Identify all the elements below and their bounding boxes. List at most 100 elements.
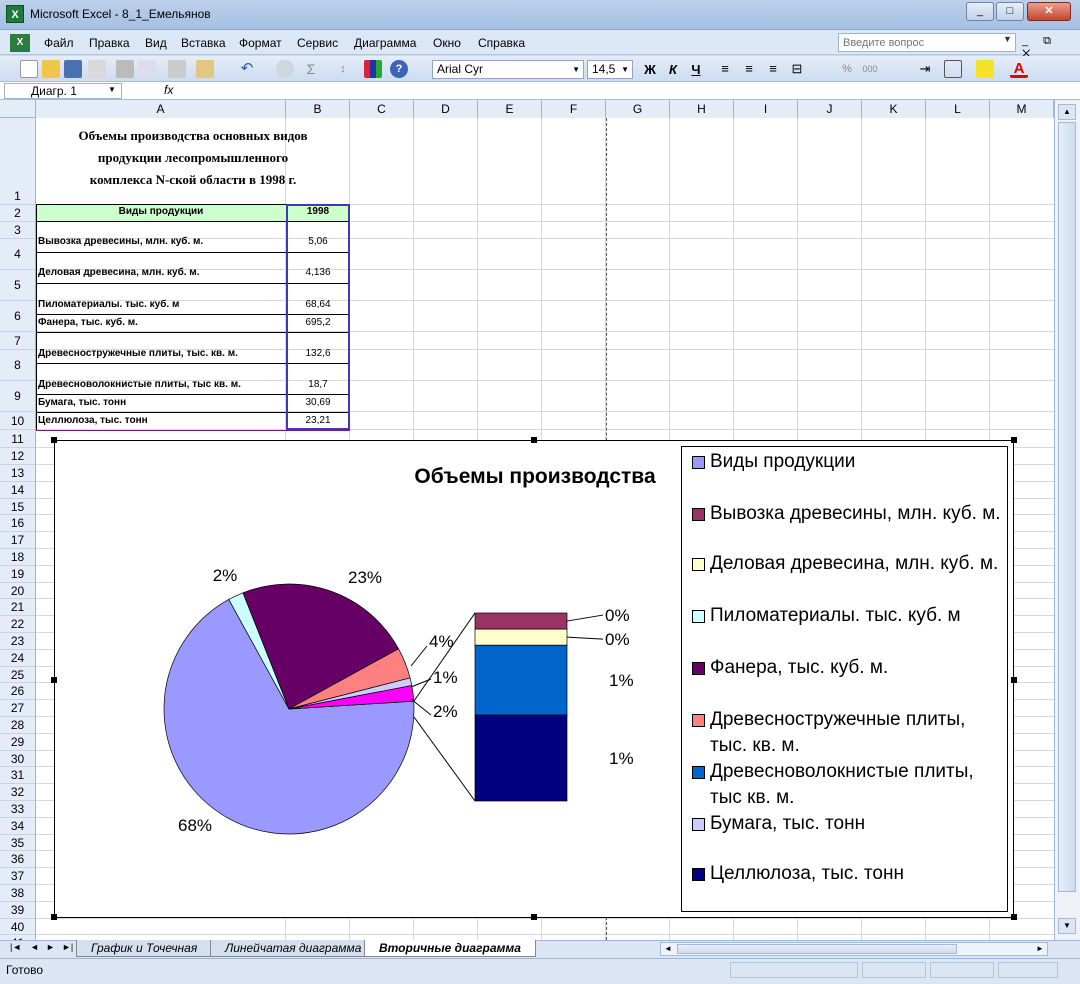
row-header[interactable]: 29 [0, 733, 36, 751]
column-header[interactable]: M [990, 100, 1054, 118]
new-icon[interactable] [20, 60, 38, 78]
menu-tools[interactable]: Сервис [297, 36, 338, 50]
resize-handle[interactable] [1011, 914, 1017, 920]
font-name-select[interactable]: Arial Cyr ▼ [432, 60, 584, 79]
scroll-thumb[interactable] [1058, 122, 1076, 892]
row-header[interactable]: 21 [0, 599, 36, 617]
paste-icon[interactable] [196, 60, 214, 78]
formula-bar[interactable] [0, 82, 1080, 100]
prev-sheet-icon[interactable]: ◄ [30, 942, 39, 952]
secondary-bar-segment[interactable] [474, 612, 568, 630]
column-header[interactable]: D [414, 100, 478, 118]
underline-button[interactable]: Ч [686, 60, 706, 79]
resize-handle[interactable] [51, 677, 57, 683]
insert-function-button[interactable]: fx [164, 83, 173, 97]
menu-help[interactable]: Справка [478, 36, 525, 50]
align-left-icon[interactable]: ≡ [716, 60, 734, 78]
row-header[interactable]: 40 [0, 918, 36, 936]
scroll-up-icon[interactable]: ▲ [1058, 104, 1076, 120]
minimize-button[interactable]: _ [966, 2, 994, 21]
open-icon[interactable] [42, 60, 60, 78]
menu-insert[interactable]: Вставка [181, 36, 226, 50]
column-header[interactable]: K [862, 100, 926, 118]
row-header[interactable]: 7 [0, 332, 36, 350]
hyperlink-icon[interactable] [276, 60, 294, 78]
save-icon[interactable] [64, 60, 82, 78]
row-header[interactable]: 17 [0, 532, 36, 549]
tab-secondary-charts[interactable]: Вторичные диаграмма [364, 940, 536, 957]
column-header[interactable]: G [606, 100, 670, 118]
row-header[interactable]: 2 [0, 205, 36, 222]
row-header[interactable]: 16 [0, 515, 36, 533]
row-header[interactable]: 8 [0, 350, 36, 381]
close-button[interactable]: ✕ [1027, 2, 1071, 21]
table-cell-name[interactable]: Фанера, тыс. куб. м. [38, 317, 138, 328]
resize-handle[interactable] [531, 914, 537, 920]
scroll-down-icon[interactable]: ▼ [1058, 918, 1076, 934]
row-header[interactable]: 19 [0, 565, 36, 583]
row-header[interactable]: 28 [0, 717, 36, 734]
bold-button[interactable]: Ж [640, 60, 660, 79]
last-sheet-icon[interactable]: ►| [62, 942, 73, 952]
table-cell-name[interactable]: Древесноволокнистые плиты, тыс кв. м. [38, 379, 241, 390]
row-header[interactable]: 23 [0, 633, 36, 650]
scroll-left-icon[interactable]: ◄ [661, 943, 675, 955]
chevron-down-icon[interactable]: ▼ [108, 85, 116, 94]
workbook-icon[interactable]: X [10, 34, 30, 52]
row-header[interactable]: 14 [0, 481, 36, 499]
sort-icon[interactable]: ↕ [334, 60, 352, 78]
row-header[interactable]: 37 [0, 868, 36, 885]
scroll-thumb[interactable] [677, 944, 957, 954]
secondary-bar-segment[interactable] [474, 644, 568, 716]
row-header[interactable]: 36 [0, 851, 36, 869]
excel-icon[interactable]: X [6, 5, 24, 23]
chevron-down-icon[interactable]: ▼ [1003, 34, 1012, 44]
tab-chart-and-scatter[interactable]: График и Точечная [76, 940, 213, 957]
first-sheet-icon[interactable]: |◄ [10, 942, 21, 952]
row-header[interactable]: 6 [0, 301, 36, 332]
help-icon[interactable]: ? [390, 60, 408, 78]
resize-handle[interactable] [1011, 437, 1017, 443]
row-header[interactable]: 15 [0, 498, 36, 516]
row-header[interactable]: 24 [0, 649, 36, 667]
horizontal-scrollbar[interactable]: ◄ ► [660, 942, 1048, 956]
align-right-icon[interactable]: ≡ [764, 60, 782, 78]
row-header[interactable]: 20 [0, 582, 36, 600]
row-header[interactable]: 32 [0, 784, 36, 801]
row-header[interactable]: 12 [0, 448, 36, 465]
vertical-scrollbar[interactable]: ▲ ▼ [1054, 100, 1080, 940]
menu-chart[interactable]: Диаграмма [354, 36, 416, 50]
help-search-input[interactable] [838, 33, 1016, 52]
header-product[interactable]: Виды продукции [36, 206, 286, 217]
undo-icon[interactable]: ↶ [238, 60, 256, 78]
row-header[interactable]: 3 [0, 222, 36, 239]
maximize-button[interactable]: □ [996, 2, 1024, 21]
row-header[interactable]: 38 [0, 885, 36, 902]
research-icon[interactable] [168, 60, 186, 78]
table-cell-name[interactable]: Древесностружечные плиты, тыс. кв. м. [38, 348, 238, 359]
row-header[interactable]: 13 [0, 465, 36, 482]
table-cell-name[interactable]: Вывозка древесины, млн. куб. м. [38, 236, 203, 247]
row-header[interactable]: 10 [0, 412, 36, 430]
chart-legend[interactable]: Виды продукции Вывозка древесины, млн. к… [681, 446, 1008, 912]
column-header[interactable]: H [670, 100, 734, 118]
menu-file[interactable]: Файл [44, 36, 74, 50]
resize-handle[interactable] [1011, 677, 1017, 683]
row-header[interactable]: 34 [0, 817, 36, 835]
column-header[interactable]: E [478, 100, 542, 118]
column-header[interactable]: I [734, 100, 798, 118]
fill-color-icon[interactable] [976, 60, 994, 78]
row-header[interactable]: 35 [0, 834, 36, 852]
next-sheet-icon[interactable]: ► [46, 942, 55, 952]
autosum-icon[interactable]: Σ [302, 60, 320, 78]
row-header[interactable]: 39 [0, 901, 36, 919]
menu-edit[interactable]: Правка [89, 36, 130, 50]
italic-button[interactable]: К [663, 60, 683, 79]
row-header[interactable]: 31 [0, 767, 36, 785]
table-cell-name[interactable]: Пиломатериалы. тыс. куб. м [38, 299, 179, 310]
column-header[interactable]: J [798, 100, 862, 118]
percent-style-button[interactable]: % [838, 60, 856, 78]
font-size-select[interactable]: 14,5 ▼ [587, 60, 633, 79]
row-header[interactable]: 30 [0, 750, 36, 768]
menu-format[interactable]: Формат [239, 36, 282, 50]
